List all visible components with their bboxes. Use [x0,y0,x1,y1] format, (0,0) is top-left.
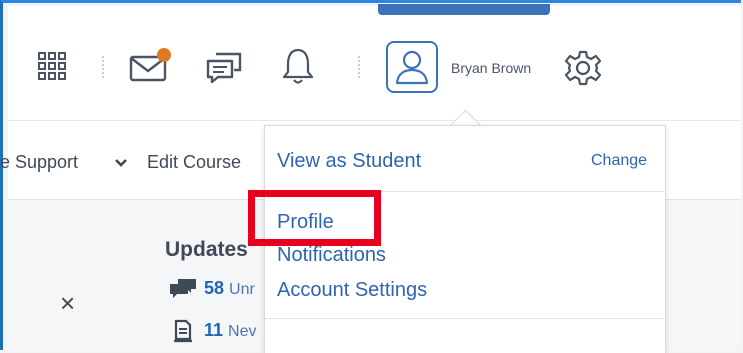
top-navbar [8,6,741,121]
grid-icon[interactable] [37,51,67,81]
separator [358,56,361,78]
new-count-label: Nev [228,323,257,340]
close-button[interactable]: × [60,288,75,319]
menu-item-account-settings[interactable]: Account Settings [277,279,427,302]
gear-icon[interactable] [563,48,603,88]
unread-count[interactable]: 58 Unr [204,278,255,299]
highlight-box [248,190,381,246]
nav-item-support[interactable]: e Support [0,152,78,173]
menu-divider [265,318,663,319]
unread-count-label: Unr [229,281,255,298]
avatar-icon [395,50,429,85]
chevron-down-icon[interactable] [114,157,128,169]
menu-item-notifications[interactable]: Notifications [277,244,386,267]
topbar-accent-tab [378,4,550,15]
chat-icon[interactable] [204,48,244,84]
change-role-link[interactable]: Change [591,152,647,170]
bell-icon[interactable] [280,46,316,86]
mail-icon[interactable] [128,47,174,83]
user-avatar-button[interactable] [386,41,438,93]
unread-count-number: 58 [204,278,225,298]
chat-bubbles-icon [170,279,196,298]
document-icon [174,319,192,343]
updates-title: Updates [165,238,248,261]
view-as-student-link[interactable]: View as Student [277,150,421,173]
nav-item-edit-course[interactable]: Edit Course [147,152,241,173]
username-label[interactable]: Bryan Brown [451,60,531,76]
new-count-number: 11 [204,320,224,340]
separator [102,56,105,78]
new-count[interactable]: 11 Nev [204,320,257,341]
